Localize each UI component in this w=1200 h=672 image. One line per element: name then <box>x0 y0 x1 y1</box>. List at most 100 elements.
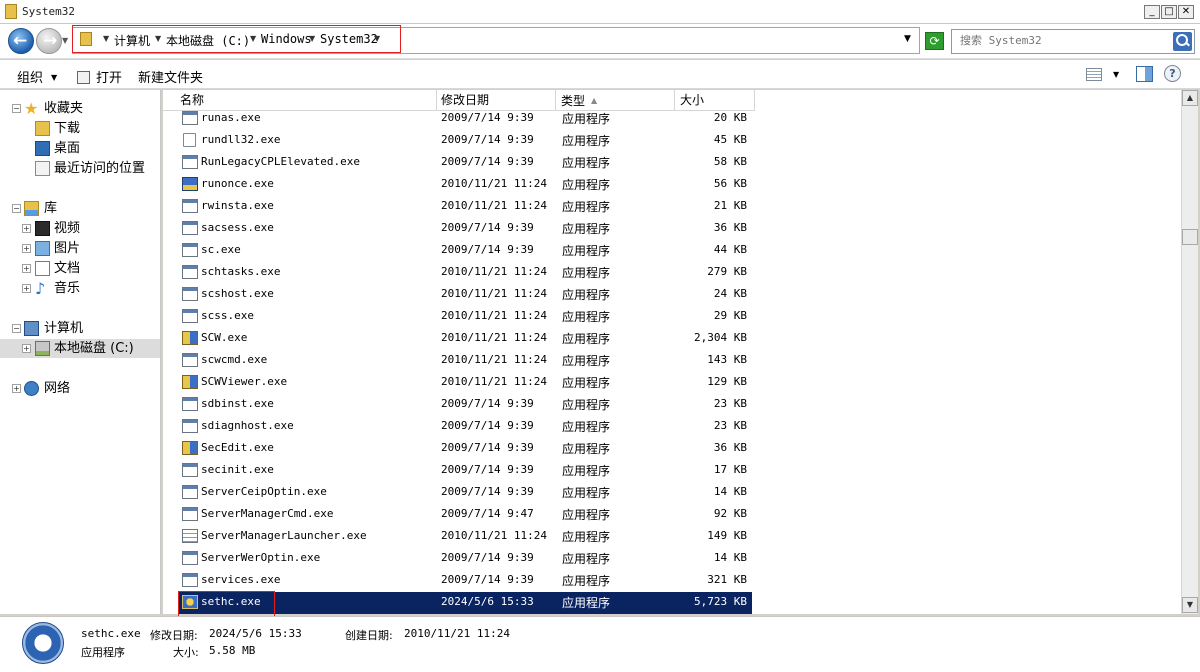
expand-icon[interactable]: + <box>22 224 31 233</box>
tree-item-recent-places[interactable]: 最近访问的位置 <box>0 159 160 178</box>
tree-item-music[interactable]: + ♪ 音乐 <box>0 279 160 298</box>
expand-icon[interactable]: + <box>12 384 21 393</box>
tree-computer[interactable]: − 计算机 <box>0 319 160 338</box>
file-size: 29 KB <box>713 309 747 322</box>
new-folder-button[interactable]: 新建文件夹 <box>138 67 203 86</box>
file-date: 2010/11/21 11:24 <box>441 287 547 300</box>
breadcrumb-system32[interactable]: System32 <box>320 32 378 46</box>
address-history-dropdown[interactable]: ▼ <box>904 34 911 44</box>
collapse-icon[interactable]: − <box>12 104 21 113</box>
details-filename: sethc.exe <box>81 627 141 640</box>
file-row[interactable]: scwcmd.exe 2010/11/21 11:24 应用程序 143 KB <box>179 350 752 372</box>
column-header-type[interactable]: 类型 ▲ <box>556 90 675 111</box>
tree-network[interactable]: + 网络 <box>0 379 160 398</box>
file-date: 2009/7/14 9:39 <box>441 111 534 124</box>
forward-button[interactable]: → <box>36 28 62 54</box>
file-row[interactable]: ServerWerOptin.exe 2009/7/14 9:39 应用程序 14 K… <box>179 548 752 570</box>
file-row[interactable]: rwinsta.exe 2010/11/21 11:24 应用程序 21 KB <box>179 196 752 218</box>
expand-icon[interactable]: + <box>22 264 31 273</box>
tree-item-downloads[interactable]: 下载 <box>0 119 160 138</box>
file-row[interactable]: scshost.exe 2010/11/21 11:24 应用程序 24 KB <box>179 284 752 306</box>
collapse-icon[interactable]: − <box>12 324 21 333</box>
view-dropdown[interactable]: ▼ <box>1113 70 1119 79</box>
tree-item-local-disk[interactable]: + 本地磁盘 (C:) <box>0 339 160 358</box>
file-row[interactable]: services.exe 2009/7/14 9:39 应用程序 321 KB <box>179 570 752 592</box>
breadcrumb-separator[interactable]: ▼ <box>250 34 256 43</box>
file-row[interactable]: sacsess.exe 2009/7/14 9:39 应用程序 36 KB <box>179 218 752 240</box>
file-date: 2009/7/14 9:39 <box>441 551 534 564</box>
file-row[interactable]: scss.exe 2010/11/21 11:24 应用程序 29 KB <box>179 306 752 328</box>
breadcrumb-computer[interactable]: 计算机 <box>114 32 150 49</box>
refresh-button[interactable]: ⟳ <box>925 32 944 50</box>
help-icon[interactable]: ? <box>1164 65 1181 82</box>
collapse-icon[interactable]: − <box>12 204 21 213</box>
breadcrumb-separator[interactable]: ▼ <box>103 34 109 43</box>
view-icon[interactable] <box>1086 68 1102 81</box>
tree-libraries[interactable]: − 库 <box>0 199 160 218</box>
downloads-folder-icon <box>35 121 50 136</box>
close-button[interactable]: ✕ <box>1178 5 1194 19</box>
breadcrumb-local-disk[interactable]: 本地磁盘 (C:) <box>166 32 250 49</box>
file-row[interactable]: SCW.exe 2010/11/21 11:24 应用程序 2,304 KB <box>179 328 752 350</box>
column-header-name[interactable]: 名称 <box>163 90 437 111</box>
file-name: ServerManagerLauncher.exe <box>201 529 367 542</box>
file-row[interactable]: secinit.exe 2009/7/14 9:39 应用程序 17 KB <box>179 460 752 482</box>
expand-icon[interactable]: + <box>22 284 31 293</box>
file-date: 2009/7/14 9:39 <box>441 221 534 234</box>
file-name: schtasks.exe <box>201 265 281 278</box>
column-header-date[interactable]: 修改日期 <box>437 90 556 111</box>
tree-item-pictures[interactable]: + 图片 <box>0 239 160 258</box>
file-date: 2009/7/14 9:47 <box>441 507 534 520</box>
back-arrow-icon: ← <box>13 31 28 51</box>
file-name: sdiagnhost.exe <box>201 419 294 432</box>
scroll-thumb[interactable] <box>1182 229 1198 245</box>
scroll-up-icon[interactable]: ▲ <box>1182 90 1198 106</box>
search-box[interactable] <box>951 29 1195 54</box>
tree-favorites[interactable]: − ★ 收藏夹 <box>0 99 160 118</box>
file-row[interactable]: sc.exe 2009/7/14 9:39 应用程序 44 KB <box>179 240 752 262</box>
tree-item-documents[interactable]: + 文档 <box>0 259 160 278</box>
breadcrumb-windows[interactable]: Windows <box>261 32 312 46</box>
file-row[interactable]: schtasks.exe 2010/11/21 11:24 应用程序 279 KB <box>179 262 752 284</box>
vertical-scrollbar[interactable]: ▲ ▼ <box>1181 90 1198 614</box>
app-icon <box>182 155 198 169</box>
file-name: scshost.exe <box>201 287 274 300</box>
file-row[interactable]: sdbinst.exe 2009/7/14 9:39 应用程序 23 KB <box>179 394 752 416</box>
expand-icon[interactable]: + <box>22 244 31 253</box>
breadcrumb-separator[interactable]: ▼ <box>374 34 380 43</box>
app-icon <box>182 573 198 587</box>
preview-pane-icon[interactable] <box>1136 66 1153 82</box>
file-row[interactable]: SCWViewer.exe 2010/11/21 11:24 应用程序 129 KB <box>179 372 752 394</box>
file-row[interactable]: runas.exe 2009/7/14 9:39 应用程序 20 KB <box>179 111 752 130</box>
organize-button[interactable]: 组织 ▼ <box>17 67 57 86</box>
tree-item-videos[interactable]: + 视频 <box>0 219 160 238</box>
file-row[interactable]: ServerManagerCmd.exe 2009/7/14 9:47 应用程序 92… <box>179 504 752 526</box>
scroll-down-icon[interactable]: ▼ <box>1182 597 1198 613</box>
tree-computer-label: 计算机 <box>44 321 84 336</box>
file-date: 2010/11/21 11:24 <box>441 265 547 278</box>
file-row[interactable]: rundll32.exe 2009/7/14 9:39 应用程序 45 KB <box>179 130 752 152</box>
file-row[interactable]: runonce.exe 2010/11/21 11:24 应用程序 56 KB <box>179 174 752 196</box>
minimize-button[interactable]: _ <box>1144 5 1160 19</box>
breadcrumb-separator[interactable]: ▼ <box>155 34 161 43</box>
expand-icon[interactable]: + <box>22 344 31 353</box>
column-header-size[interactable]: 大小 <box>675 90 755 111</box>
file-name: runas.exe <box>201 111 261 124</box>
file-row[interactable]: sdiagnhost.exe 2009/7/14 9:39 应用程序 23 KB <box>179 416 752 438</box>
tree-item-desktop[interactable]: 桌面 <box>0 139 160 158</box>
file-date: 2010/11/21 11:24 <box>441 529 547 542</box>
search-icon[interactable] <box>1173 32 1192 51</box>
back-button[interactable]: ← <box>8 28 34 54</box>
breadcrumb-separator[interactable]: ▼ <box>309 34 315 43</box>
recent-pages-dropdown[interactable]: ▼ <box>62 36 68 45</box>
file-type: 应用程序 <box>562 266 611 280</box>
file-row[interactable]: ServerManagerLauncher.exe 2010/11/21 11:2… <box>179 526 752 548</box>
maximize-button[interactable]: □ <box>1161 5 1177 19</box>
file-row[interactable]: RunLegacyCPLElevated.exe 2009/7/14 9:39 应用… <box>179 152 752 174</box>
search-input[interactable] <box>960 34 1170 47</box>
app-icon <box>182 287 198 301</box>
tree-item-label: 文档 <box>54 261 81 276</box>
file-row[interactable]: ServerCeipOptin.exe 2009/7/14 9:39 应用程序 14 … <box>179 482 752 504</box>
file-row[interactable]: SecEdit.exe 2009/7/14 9:39 应用程序 36 KB <box>179 438 752 460</box>
open-button[interactable]: 打开 <box>77 67 122 86</box>
